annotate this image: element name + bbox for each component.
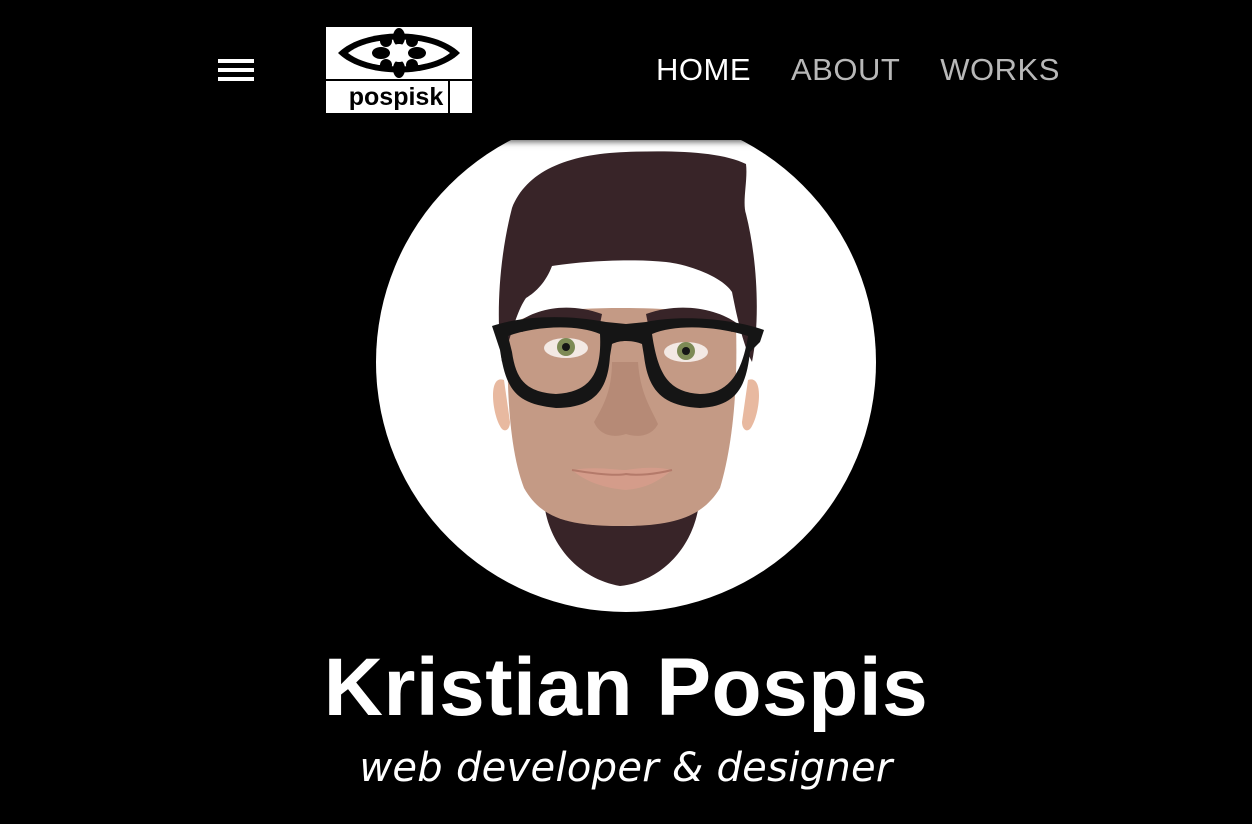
portrait-illustration-icon bbox=[376, 112, 876, 612]
hamburger-menu-icon bbox=[218, 59, 254, 81]
nav-works-link[interactable]: WORKS bbox=[920, 52, 1080, 88]
profile-name: Kristian Pospis bbox=[323, 642, 929, 733]
hamburger-menu-button[interactable] bbox=[214, 52, 258, 88]
nav-about-link[interactable]: ABOUT bbox=[771, 52, 920, 88]
site-header: pospisk HOME ABOUT WORKS bbox=[0, 0, 1252, 140]
eye-flower-logo-icon: pospisk bbox=[324, 25, 474, 115]
nav-home-link[interactable]: HOME bbox=[636, 52, 771, 88]
profile-avatar bbox=[376, 112, 876, 612]
site-logo[interactable]: pospisk bbox=[324, 25, 474, 115]
logo-text: pospisk bbox=[349, 83, 444, 111]
profile-tagline: web developer & designer bbox=[359, 745, 893, 791]
main-nav: HOME ABOUT WORKS bbox=[636, 44, 1080, 96]
